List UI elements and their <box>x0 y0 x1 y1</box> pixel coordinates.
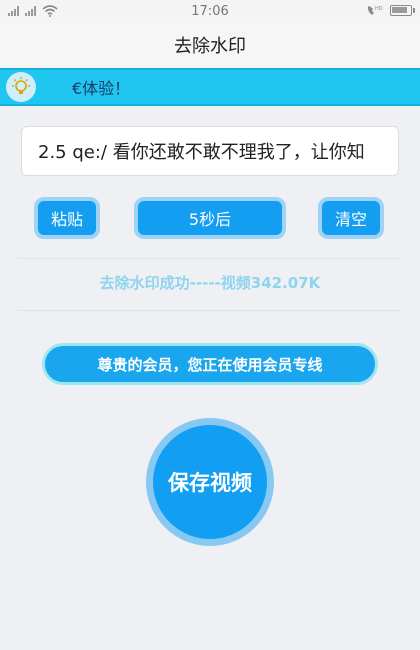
paste-button[interactable]: 粘贴 <box>34 197 100 239</box>
result-status-text: 去除水印成功-----视频342.07K <box>99 274 321 292</box>
status-time: 17:06 <box>191 3 229 19</box>
divider <box>18 310 402 311</box>
notice-text: €体验！ <box>72 79 131 98</box>
lightbulb-icon <box>6 72 36 102</box>
page-title: 去除水印 <box>0 22 420 68</box>
battery-icon <box>390 5 415 16</box>
clear-button[interactable]: 清空 <box>318 197 384 239</box>
status-icons-right: HD <box>366 4 415 17</box>
status-bar: 17:06 HD <box>0 0 420 22</box>
svg-text:HD: HD <box>375 6 383 12</box>
timer-button[interactable]: 5秒后 <box>134 197 286 239</box>
divider <box>18 258 402 259</box>
notice-banner: €体验！ <box>0 68 420 106</box>
save-video-button[interactable]: 保存视频 <box>146 418 274 546</box>
hd-call-icon: HD <box>367 6 383 15</box>
video-link-input[interactable]: 2.5 qe:/ 看你还敢不敢不理我了，让你知 <box>21 126 399 176</box>
member-line-banner: 尊贵的会员，您正在使用会员专线 <box>42 343 378 385</box>
